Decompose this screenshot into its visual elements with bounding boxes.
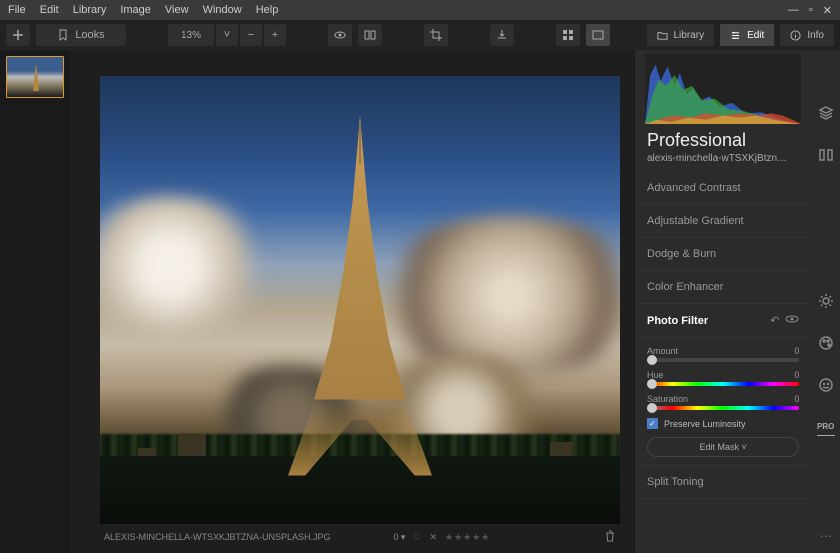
- maximize-icon[interactable]: ▫: [809, 4, 813, 17]
- export-button[interactable]: [490, 24, 514, 46]
- toolbar: Looks 13% ˅ − + Library Edit Info: [0, 20, 840, 50]
- tool-photo-filter[interactable]: Photo Filter ↶: [635, 304, 811, 338]
- hue-value: 0: [794, 370, 799, 380]
- compare-button[interactable]: [358, 24, 382, 46]
- sidebar: PRO ⋯: [811, 50, 840, 553]
- status-counter[interactable]: 0 ▾: [393, 532, 405, 543]
- tab-library[interactable]: Library: [647, 24, 715, 46]
- checkbox-icon: ✓: [647, 418, 658, 429]
- menu-window[interactable]: Window: [203, 4, 242, 16]
- amount-value: 0: [794, 346, 799, 356]
- add-button[interactable]: [6, 24, 30, 46]
- preview-button[interactable]: [328, 24, 352, 46]
- status-bar: ALEXIS-MINCHELLA-WTSXKJBTZNA-UNSPLASH.JP…: [100, 525, 620, 549]
- layers-icon[interactable]: [817, 104, 835, 122]
- minimize-icon[interactable]: —: [788, 4, 799, 17]
- saturation-value: 0: [794, 394, 799, 404]
- tab-edit[interactable]: Edit: [720, 24, 774, 46]
- menu-help[interactable]: Help: [256, 4, 279, 16]
- menu-view[interactable]: View: [165, 4, 189, 16]
- edit-mask-button[interactable]: Edit Mask ˅: [647, 437, 799, 457]
- preserve-luminosity-label: Preserve Luminosity: [664, 419, 746, 429]
- sliders-icon: [730, 30, 741, 41]
- zoom-control: 13% ˅ − +: [168, 24, 286, 46]
- reset-icon[interactable]: ↶: [770, 314, 779, 327]
- looks-button[interactable]: Looks: [36, 24, 126, 46]
- menu-image[interactable]: Image: [120, 4, 151, 16]
- histogram: [645, 54, 801, 124]
- saturation-slider[interactable]: [647, 406, 799, 410]
- crop-button[interactable]: [424, 24, 448, 46]
- edit-panel: Professional alexis-minchella-wTSXKjBtzn…: [634, 50, 811, 553]
- tool-split-toning[interactable]: Split Toning: [635, 466, 811, 499]
- menu-edit[interactable]: Edit: [40, 4, 59, 16]
- reject-icon[interactable]: ✕: [429, 532, 437, 543]
- rating-stars[interactable]: ★★★★★: [445, 532, 490, 543]
- tool-advanced-contrast[interactable]: Advanced Contrast: [635, 172, 811, 205]
- zoom-value[interactable]: 13%: [168, 24, 214, 46]
- tool-dodge-burn[interactable]: Dodge & Burn: [635, 238, 811, 271]
- close-icon[interactable]: ✕: [823, 4, 832, 17]
- tab-info[interactable]: Info: [780, 24, 834, 46]
- photo-preview: [100, 76, 620, 524]
- amount-slider[interactable]: [647, 358, 799, 362]
- zoom-in-button[interactable]: +: [264, 24, 286, 46]
- preset-filename: alexis-minchella-wTSXKjBtzn…: [635, 153, 811, 172]
- zoom-out-button[interactable]: −: [240, 24, 262, 46]
- trash-icon[interactable]: [604, 530, 616, 544]
- menu-file[interactable]: File: [8, 4, 26, 16]
- sun-icon[interactable]: [817, 292, 835, 310]
- hue-slider[interactable]: [647, 382, 799, 386]
- preserve-luminosity-checkbox[interactable]: ✓ Preserve Luminosity: [647, 418, 799, 429]
- status-filename: ALEXIS-MINCHELLA-WTSXKJBTZNA-UNSPLASH.JP…: [104, 532, 331, 542]
- canvas[interactable]: [100, 74, 620, 525]
- preset-title: Professional: [635, 124, 811, 153]
- thumbnail-selected[interactable]: [6, 56, 64, 98]
- filmstrip: [0, 50, 70, 553]
- info-icon: [790, 30, 801, 41]
- single-view-button[interactable]: [586, 24, 610, 46]
- tool-photo-filter-label: Photo Filter: [647, 315, 708, 327]
- library-icon: [657, 30, 668, 41]
- zoom-dropdown[interactable]: ˅: [216, 24, 238, 46]
- tool-color-enhancer[interactable]: Color Enhancer: [635, 271, 811, 304]
- toggle-icon[interactable]: [785, 314, 799, 327]
- tool-adjustable-gradient[interactable]: Adjustable Gradient: [635, 205, 811, 238]
- more-icon[interactable]: ⋯: [820, 529, 832, 543]
- menu-library[interactable]: Library: [73, 4, 107, 16]
- favorite-icon[interactable]: ♡: [413, 532, 421, 543]
- menu-bar: File Edit Library Image View Window Help…: [0, 0, 840, 20]
- bookmark-icon: [57, 29, 69, 41]
- grid-view-button[interactable]: [556, 24, 580, 46]
- palette-icon[interactable]: [817, 334, 835, 352]
- looks-label: Looks: [75, 29, 104, 41]
- compare-icon[interactable]: [817, 146, 835, 164]
- face-icon[interactable]: [817, 376, 835, 394]
- photo-filter-controls: Amount0 Hue0 Saturation0 ✓ Preserve Lumi…: [635, 338, 811, 466]
- pro-badge[interactable]: PRO: [817, 418, 835, 436]
